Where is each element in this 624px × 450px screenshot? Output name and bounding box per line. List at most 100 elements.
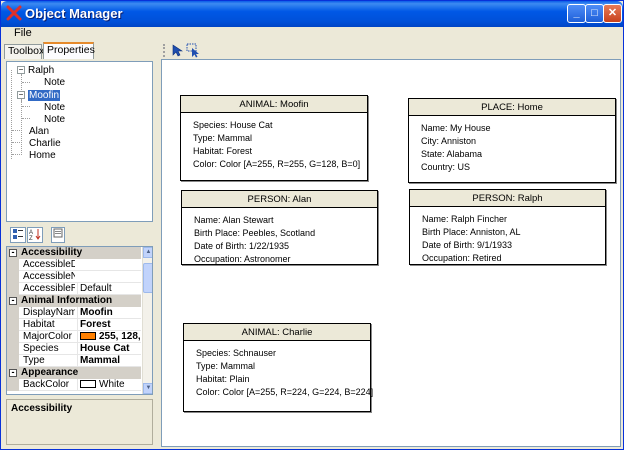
property-row[interactable]: Type Mammal (7, 355, 141, 367)
property-name: MajorColor (23, 331, 72, 342)
node-line: Color: Color [A=255, R=255, G=128, B=0] (193, 159, 361, 169)
tree-node-note[interactable]: Note (44, 102, 65, 114)
window-title: Object Manager (25, 6, 123, 21)
node-line: City: Anniston (421, 136, 477, 146)
property-grid-scrollbar[interactable]: ▲ ▼ (142, 247, 152, 394)
tree-node-note[interactable]: Note (44, 114, 65, 126)
property-pages-icon[interactable] (51, 227, 65, 243)
node-person-alan[interactable]: PERSON: Alan Name: Alan Stewart Birth Pl… (181, 190, 378, 265)
property-row[interactable]: Habitat Forest (7, 319, 141, 331)
minimize-button[interactable]: _ (567, 4, 586, 23)
diagram-toolbar (161, 42, 621, 59)
tree-label: Ralph (28, 65, 55, 76)
menu-file[interactable]: File (14, 27, 32, 39)
property-value[interactable]: 255, 128, 0 (77, 331, 141, 343)
category-accessibility[interactable]: - Accessibility (7, 247, 141, 259)
pointer-icon[interactable] (170, 43, 185, 58)
node-animal-moofin[interactable]: ANIMAL: Moofin Species: House Cat Type: … (180, 95, 368, 181)
property-description: Accessibility (6, 399, 153, 445)
title-bar[interactable]: Object Manager _ □ ✕ (1, 1, 623, 27)
node-line: Date of Birth: 1/22/1935 (194, 241, 290, 251)
collapse-icon[interactable]: - (9, 248, 17, 257)
tree-node-note[interactable]: Note (44, 77, 65, 89)
property-row[interactable]: BackColor White (7, 379, 141, 391)
category-label: Accessibility (21, 247, 83, 258)
property-value[interactable]: Mammal (77, 355, 141, 367)
property-row[interactable]: Species House Cat (7, 343, 141, 355)
tree-node-home[interactable]: Home (29, 150, 56, 162)
scroll-up-icon[interactable]: ▲ (143, 247, 152, 258)
category-label: Animal Information (21, 295, 113, 306)
node-line: Name: Ralph Fincher (422, 214, 508, 224)
backcolor-text: White (99, 379, 125, 390)
node-line: Birth Place: Peebles, Scotland (194, 228, 316, 238)
node-header: PERSON: Alan (182, 191, 377, 208)
tab-properties[interactable]: Properties (43, 42, 95, 59)
collapse-icon[interactable]: - (9, 296, 17, 305)
property-value[interactable]: House Cat (77, 343, 141, 355)
property-row[interactable]: MajorColor 255, 128, 0 (7, 331, 141, 343)
select-area-icon[interactable] (186, 43, 201, 58)
tree-label: Home (29, 150, 56, 161)
tree-node-ralph[interactable]: − Ralph (17, 65, 54, 77)
tree-label: Alan (29, 126, 50, 137)
property-name: AccessibleNa (23, 271, 75, 282)
node-line: Species: House Cat (193, 120, 273, 130)
description-title: Accessibility (11, 403, 73, 414)
property-row[interactable]: AccessibleNa (7, 271, 141, 283)
splitter[interactable] (156, 42, 160, 447)
collapse-icon[interactable]: - (9, 368, 17, 377)
category-label: Appearance (21, 367, 79, 378)
tree-node-alan[interactable]: Alan (29, 126, 49, 138)
major-color-text: 255, 128, 0 (99, 331, 141, 342)
tab-toolbox[interactable]: Toolbox (4, 44, 44, 59)
color-swatch (80, 332, 96, 341)
close-button[interactable]: ✕ (603, 4, 622, 23)
node-line: Occupation: Retired (422, 253, 502, 263)
tree-node-moofin[interactable]: − Moofin (17, 90, 61, 102)
collapse-icon[interactable]: − (17, 66, 25, 75)
node-line: Country: US (421, 162, 471, 172)
node-line: Species: Schnauser (196, 348, 277, 358)
node-line: Name: Alan Stewart (194, 215, 274, 225)
property-value[interactable]: White (77, 379, 141, 391)
category-appearance[interactable]: - Appearance (7, 367, 141, 379)
property-name: AccessibleDe (23, 259, 75, 270)
node-line: Birth Place: Anniston, AL (422, 227, 521, 237)
property-name: Species (23, 343, 59, 354)
color-swatch (80, 380, 96, 389)
tree-node-charlie[interactable]: Charlie (29, 138, 61, 150)
collapse-icon[interactable]: − (17, 91, 25, 100)
node-animal-charlie[interactable]: ANIMAL: Charlie Species: Schnauser Type:… (183, 323, 374, 412)
toolbar-grip[interactable] (163, 44, 165, 57)
property-grid-toolbar: AZ (6, 224, 153, 244)
scroll-down-icon[interactable]: ▼ (143, 383, 152, 394)
left-tabstrip: Toolbox Properties (4, 42, 154, 59)
alphabetical-icon[interactable]: AZ (27, 227, 43, 243)
diagram-canvas[interactable]: ANIMAL: Moofin Species: House Cat Type: … (161, 59, 621, 447)
node-line: Habitat: Forest (193, 146, 253, 156)
property-value[interactable]: Forest (77, 319, 141, 331)
node-line: Habitat: Plain (196, 374, 250, 384)
property-row[interactable]: AccessibleDe (7, 259, 141, 271)
categorized-icon[interactable] (10, 227, 26, 243)
category-animal-information[interactable]: - Animal Information (7, 295, 141, 307)
tree-label: Charlie (29, 138, 61, 149)
scroll-thumb[interactable] (143, 263, 152, 293)
node-line: Occupation: Astronomer (194, 254, 291, 264)
menu-bar: File (1, 27, 623, 41)
node-header: ANIMAL: Moofin (181, 96, 367, 113)
app-x-icon (6, 5, 22, 21)
property-row[interactable]: AccessibleRoDefault (7, 283, 141, 295)
property-value[interactable]: Default (77, 283, 141, 295)
property-name: Type (23, 355, 45, 366)
node-place-home[interactable]: PLACE: Home Name: My House City: Annisto… (408, 98, 616, 183)
node-person-ralph[interactable]: PERSON: Ralph Name: Ralph Fincher Birth … (409, 189, 606, 265)
property-value[interactable]: Moofin (77, 307, 141, 319)
object-tree[interactable]: − Ralph Note − Moofin Note Note Alan Charl… (6, 61, 153, 222)
tree-label: Moofin (28, 90, 61, 101)
node-line: Color: Color [A=255, R=224, G=224, B=224… (196, 387, 374, 397)
property-grid[interactable]: - Accessibility AccessibleDe AccessibleN… (6, 246, 153, 395)
maximize-button[interactable]: □ (585, 4, 604, 23)
property-row[interactable]: DisplayNameMoofin (7, 307, 141, 319)
